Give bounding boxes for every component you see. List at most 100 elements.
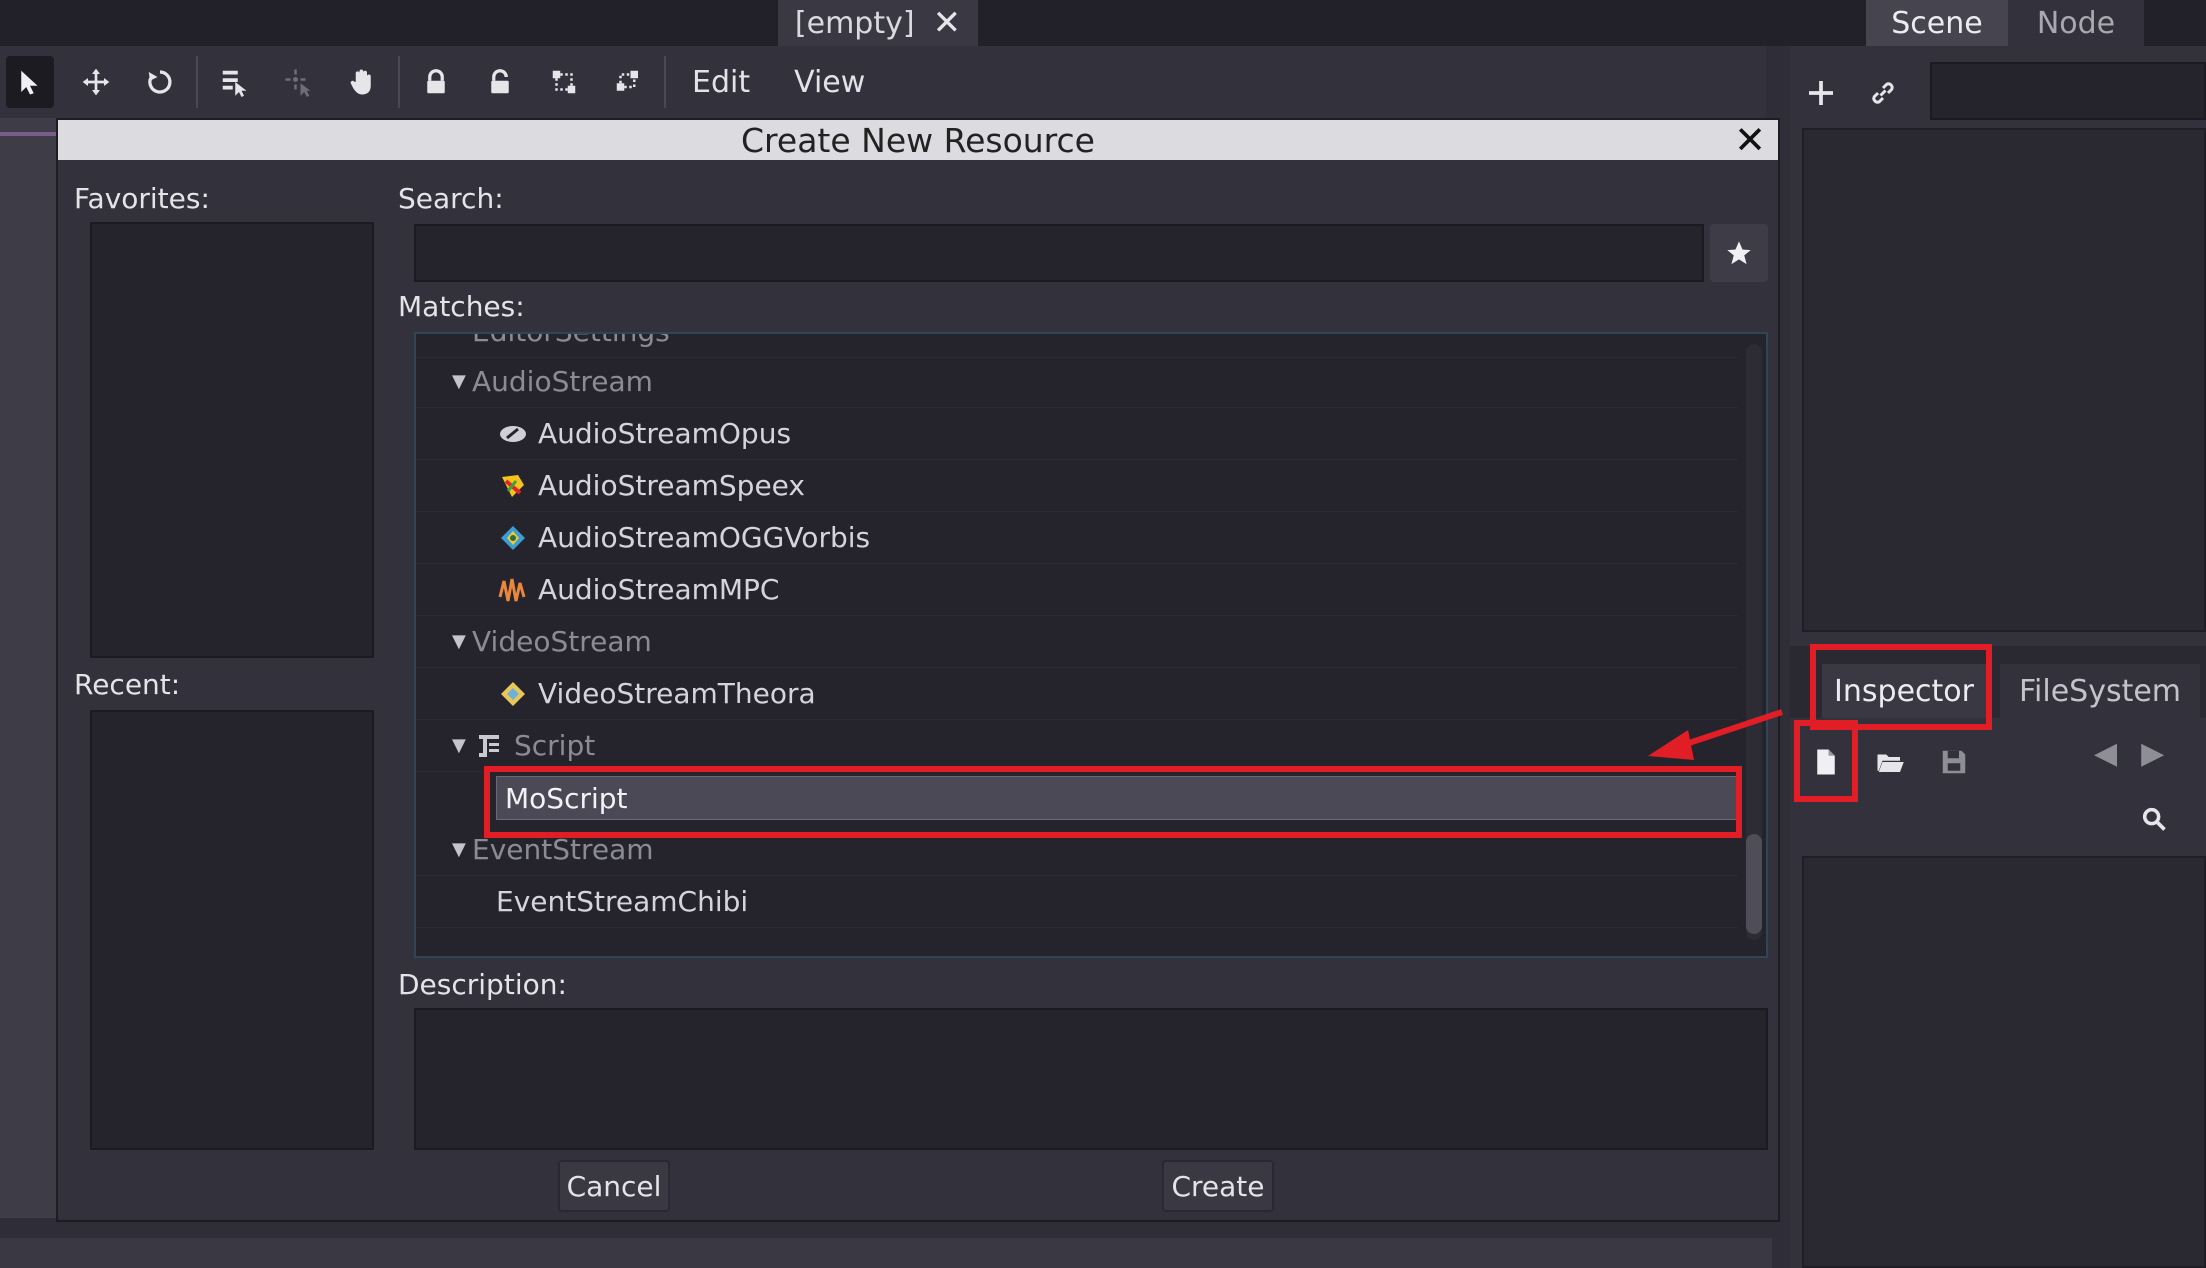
- link-icon: [1872, 82, 1894, 104]
- mpc-wave-icon: [496, 573, 530, 607]
- expand-arrow-icon[interactable]: ▼: [452, 839, 466, 860]
- plus-icon: [1809, 81, 1833, 105]
- move-icon: [82, 68, 110, 96]
- tree-group-audiostream[interactable]: ▼ AudioStream: [416, 356, 1738, 408]
- speex-icon: [496, 469, 530, 503]
- tree-item-moscript[interactable]: MoScript: [496, 776, 1740, 820]
- tree-group-label: VideoStream: [472, 625, 652, 658]
- viewport-ruler: [0, 132, 57, 136]
- cursor-icon: [21, 70, 38, 95]
- rotate-tool-button[interactable]: [128, 50, 192, 114]
- dialog-title: Create New Resource: [58, 120, 1778, 160]
- scene-filter-input[interactable]: [1930, 62, 2206, 120]
- scene-tree[interactable]: [1802, 128, 2206, 632]
- search-icon: [2142, 807, 2166, 831]
- unlock-button[interactable]: [468, 50, 532, 114]
- new-resource-button[interactable]: [1794, 730, 1858, 794]
- tab-inspector[interactable]: Inspector: [1822, 664, 1986, 718]
- tree-item-label: AudioStreamOGGVorbis: [538, 521, 871, 554]
- lock-icon: [427, 69, 445, 94]
- expand-arrow-icon[interactable]: ▼: [452, 735, 466, 756]
- group-icon: [552, 70, 576, 94]
- tree-group-label: AudioStream: [472, 365, 653, 398]
- cancel-button[interactable]: Cancel: [558, 1160, 670, 1212]
- new-file-icon: [1817, 749, 1835, 775]
- lock-button[interactable]: [404, 50, 468, 114]
- favorite-button[interactable]: [1710, 224, 1768, 282]
- scrollbar-thumb[interactable]: [1746, 834, 1762, 934]
- scene-tab-empty[interactable]: [empty] ✕: [778, 0, 978, 46]
- tree-group-eventstream[interactable]: ▼ EventStream: [416, 824, 1738, 876]
- matches-tree[interactable]: EditorSettings ▼ AudioStream AudioStream…: [414, 332, 1768, 958]
- expand-arrow-icon[interactable]: ▼: [452, 631, 466, 652]
- recent-list[interactable]: [90, 710, 374, 1150]
- history-nav: ◀ ▶: [2094, 736, 2164, 771]
- forward-icon[interactable]: ▶: [2141, 736, 2164, 771]
- search-label: Search:: [398, 182, 504, 215]
- recent-label: Recent:: [74, 668, 181, 701]
- tree-item-label: AudioStreamMPC: [538, 573, 780, 606]
- script-icon: [472, 729, 506, 763]
- tree-group-label: Script: [514, 729, 596, 762]
- star-icon: [1727, 241, 1751, 265]
- back-icon[interactable]: ◀: [2094, 736, 2117, 771]
- tree-item-videostreamtheora[interactable]: VideoStreamTheora: [416, 668, 1738, 720]
- opus-icon: [496, 417, 530, 451]
- toolbar-separator: [398, 56, 400, 108]
- tree-item-label: EventStreamChibi: [496, 885, 749, 918]
- search-input[interactable]: [414, 224, 1704, 282]
- view-menu[interactable]: View: [772, 65, 887, 100]
- pivot-tool-button[interactable]: [266, 50, 330, 114]
- move-tool-button[interactable]: [64, 50, 128, 114]
- instance-scene-button[interactable]: [1852, 62, 1914, 124]
- godot-editor: [empty] ✕ Edit View Scene Node Inspector…: [0, 0, 2206, 1268]
- matches-label: Matches:: [398, 290, 525, 323]
- scene-dock-tabs: Scene Node: [1866, 0, 2206, 46]
- description-label: Description:: [398, 968, 567, 1001]
- rotate-icon: [148, 70, 172, 94]
- select-tool-button[interactable]: [6, 56, 54, 108]
- tree-item-audiostreammpc[interactable]: AudioStreamMPC: [416, 564, 1738, 616]
- add-node-button[interactable]: [1790, 62, 1852, 124]
- group-button[interactable]: [532, 50, 596, 114]
- edit-menu[interactable]: Edit: [670, 65, 772, 100]
- tree-group-label: EventStream: [472, 833, 654, 866]
- tree-row-editorsettings[interactable]: EditorSettings: [416, 334, 1738, 358]
- expand-arrow-icon[interactable]: ▼: [452, 371, 466, 392]
- tree-item-eventstreamchibi[interactable]: EventStreamChibi: [416, 876, 1738, 928]
- tab-filesystem[interactable]: FileSystem: [2000, 664, 2200, 718]
- inspector-search-button[interactable]: [2134, 796, 2174, 842]
- save-icon: [1942, 750, 1966, 774]
- create-resource-dialog: Create New Resource ✕ Favorites: Recent:…: [56, 118, 1780, 1222]
- tree-item-label: AudioStreamOpus: [538, 417, 792, 450]
- tab-node[interactable]: Node: [2008, 0, 2144, 46]
- oggvorbis-icon: [496, 521, 530, 555]
- tab-scene[interactable]: Scene: [1866, 0, 2008, 46]
- favorites-label: Favorites:: [74, 182, 210, 215]
- list-select-button[interactable]: [202, 50, 266, 114]
- pivot-icon: [285, 69, 311, 97]
- tree-item-audiostreamoggvorbis[interactable]: AudioStreamOGGVorbis: [416, 512, 1738, 564]
- pan-tool-button[interactable]: [330, 50, 394, 114]
- tree-group-script[interactable]: ▼ Script: [416, 720, 1738, 772]
- tree-row-label: EditorSettings: [472, 334, 670, 348]
- create-button[interactable]: Create: [1162, 1160, 1274, 1212]
- matches-scrollbar[interactable]: [1746, 344, 1762, 940]
- tree-group-videostream[interactable]: ▼ VideoStream: [416, 616, 1738, 668]
- tree-item-audiostreamspeex[interactable]: AudioStreamSpeex: [416, 460, 1738, 512]
- tree-item-audiostreamopus[interactable]: AudioStreamOpus: [416, 408, 1738, 460]
- hand-icon: [350, 69, 371, 95]
- toolbar-separator: [196, 56, 198, 108]
- scene-tab-label: [empty]: [794, 5, 915, 41]
- ungroup-button[interactable]: [596, 50, 660, 114]
- theora-icon: [496, 677, 530, 711]
- close-icon[interactable]: ✕: [1734, 118, 1766, 162]
- folder-open-icon: [1877, 754, 1904, 772]
- load-resource-button[interactable]: [1858, 730, 1922, 794]
- favorites-list[interactable]: [90, 222, 374, 658]
- ungroup-icon: [616, 70, 638, 91]
- save-resource-button[interactable]: [1922, 730, 1986, 794]
- tree-item-label: AudioStreamSpeex: [538, 469, 805, 502]
- toolbar-separator: [664, 56, 666, 108]
- close-icon[interactable]: ✕: [933, 3, 962, 43]
